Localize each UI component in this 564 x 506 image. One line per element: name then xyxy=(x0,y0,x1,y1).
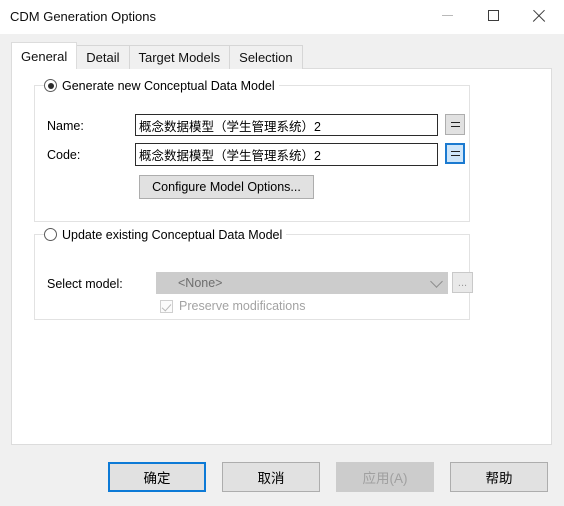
configure-model-options-button[interactable]: Configure Model Options... xyxy=(139,175,314,199)
ok-button[interactable]: 确定 xyxy=(108,462,206,492)
code-equals-button[interactable] xyxy=(445,143,465,164)
close-button[interactable] xyxy=(516,0,562,31)
select-model-combobox[interactable]: <None> xyxy=(156,272,448,294)
name-input[interactable]: 概念数据模型（学生管理系统）2 xyxy=(135,114,438,136)
preserve-modifications-checkbox[interactable]: Preserve modifications xyxy=(160,299,305,313)
cancel-button[interactable]: 取消 xyxy=(222,462,320,492)
maximize-button[interactable] xyxy=(470,0,516,31)
radio-update-existing-icon xyxy=(44,228,57,241)
title-bar: CDM Generation Options xyxy=(0,0,564,34)
generate-new-model-label: Generate new Conceptual Data Model xyxy=(62,78,275,93)
code-input[interactable]: 概念数据模型（学生管理系统）2 xyxy=(135,143,438,166)
update-existing-model-radio[interactable]: Update existing Conceptual Data Model xyxy=(44,226,287,243)
name-equals-button[interactable] xyxy=(445,114,465,135)
select-model-value: <None> xyxy=(178,276,223,290)
window-title: CDM Generation Options xyxy=(10,9,156,24)
apply-button: 应用(A) xyxy=(336,462,434,492)
tab-panel-general: Generate new Conceptual Data Model Name:… xyxy=(11,68,552,445)
minimize-icon xyxy=(424,0,470,31)
tab-detail[interactable]: Detail xyxy=(76,45,130,69)
equals-icon xyxy=(450,122,460,127)
generate-new-model-radio[interactable]: Generate new Conceptual Data Model xyxy=(44,77,279,94)
tab-selection-label: Selection xyxy=(239,50,293,65)
tab-general-label: General xyxy=(21,48,68,64)
chevron-down-icon xyxy=(425,274,447,288)
tab-strip: General Detail Target Models Selection xyxy=(11,42,303,69)
tab-target-models[interactable]: Target Models xyxy=(128,45,231,69)
radio-generate-new-icon xyxy=(44,79,57,92)
equals-icon xyxy=(450,151,460,156)
help-button[interactable]: 帮助 xyxy=(450,462,548,492)
generate-new-model-group: Generate new Conceptual Data Model Name:… xyxy=(34,77,470,222)
tab-target-models-label: Target Models xyxy=(138,50,221,65)
update-existing-model-label: Update existing Conceptual Data Model xyxy=(62,227,283,242)
close-icon xyxy=(516,0,562,31)
name-label: Name: xyxy=(47,119,84,133)
preserve-modifications-label: Preserve modifications xyxy=(179,299,306,313)
minimize-button[interactable] xyxy=(424,0,470,31)
maximize-icon xyxy=(470,0,516,31)
checkbox-checked-icon xyxy=(160,299,173,313)
tab-detail-label: Detail xyxy=(86,50,120,65)
tab-general[interactable]: General xyxy=(11,42,78,69)
update-existing-model-group: Update existing Conceptual Data Model Se… xyxy=(34,226,473,320)
tab-selection[interactable]: Selection xyxy=(229,45,303,69)
select-model-label: Select model: xyxy=(47,277,123,291)
browse-model-button[interactable]: ... xyxy=(452,272,473,293)
code-label: Code: xyxy=(47,148,81,162)
dialog-footer: 确定 取消 应用(A) 帮助 xyxy=(0,455,564,506)
